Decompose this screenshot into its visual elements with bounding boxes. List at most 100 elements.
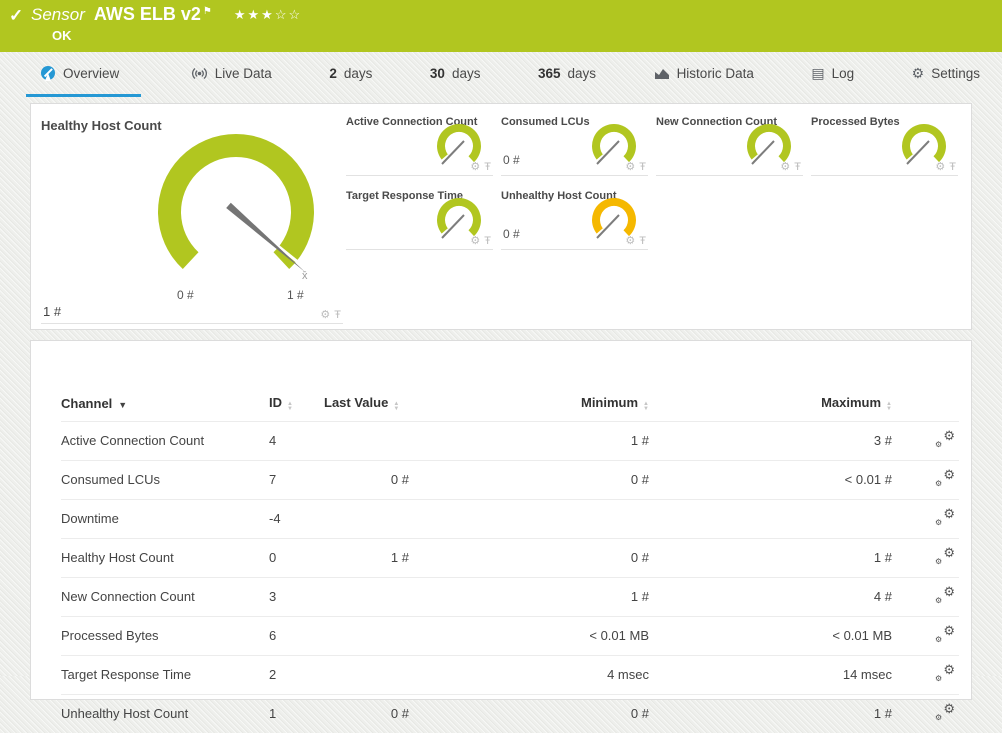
channel-minimum: 1 # — [409, 422, 649, 461]
channel-name: Unhealthy Host Count — [61, 695, 269, 733]
gauge-cell-healthy-host-count[interactable]: Healthy Host Count 0 # 1 # x̄ 1 # ⚙Ŧ — [41, 112, 343, 324]
sensor-status-text: OK — [52, 28, 72, 43]
column-header-maximum[interactable]: Maximum▲▼ — [649, 389, 892, 422]
priority-stars[interactable]: ★★★☆☆ — [234, 7, 302, 23]
log-icon: ▤ — [811, 65, 824, 82]
sensor-name: AWS ELB v2 — [94, 4, 201, 25]
table-row: Active Connection Count 4 1 # 3 # ⚙⚙ — [61, 422, 959, 461]
gauge-cell-processed-bytes[interactable]: Processed Bytes ⚙Ŧ — [811, 114, 958, 176]
gear-icon: ⚙ — [912, 65, 925, 82]
pin-icon[interactable]: Ŧ — [484, 161, 491, 173]
tab-label: Historic Data — [677, 66, 754, 81]
column-header-channel[interactable]: Channel▼ — [61, 389, 269, 422]
tab-overview[interactable]: Overview — [26, 52, 141, 97]
channel-id: 3 — [269, 578, 324, 617]
pin-icon[interactable]: Ŧ — [334, 309, 341, 321]
sort-icon: ▲▼ — [287, 402, 293, 411]
column-header-last-value[interactable]: Last Value▲▼ — [324, 389, 409, 422]
gauge-cell-active-connection-count[interactable]: Active Connection Count ⚙Ŧ — [346, 114, 493, 176]
channel-maximum — [649, 500, 892, 539]
channel-maximum: 4 # — [649, 578, 892, 617]
sort-icon: ▲▼ — [393, 402, 399, 411]
column-header-id[interactable]: ID▲▼ — [269, 389, 324, 422]
gear-icon[interactable]: ⚙ — [780, 161, 790, 173]
gear-icon[interactable]: ⚙ — [625, 161, 635, 173]
live-data-icon — [191, 67, 208, 80]
table-row: Downtime -4 ⚙⚙ — [61, 500, 959, 539]
channel-table: Channel▼ ID▲▼ Last Value▲▼ Minimum▲▼ Max… — [61, 389, 959, 733]
gear-icon[interactable]: ⚙ — [625, 235, 635, 247]
table-row: Processed Bytes 6 < 0.01 MB < 0.01 MB ⚙⚙ — [61, 617, 959, 656]
gauge-scale-min: 0 # — [177, 288, 194, 302]
sort-desc-icon: ▼ — [118, 400, 127, 410]
channel-minimum: 0 # — [409, 461, 649, 500]
channel-id: 1 — [269, 695, 324, 733]
gear-icon[interactable]: ⚙ — [935, 161, 945, 173]
gauge-cell-target-response-time[interactable]: Target Response Time ⚙Ŧ — [346, 188, 493, 250]
tab-number: 30 — [430, 66, 445, 81]
table-row: Unhealthy Host Count 1 0 # 0 # 1 # ⚙⚙ — [61, 695, 959, 733]
pin-icon[interactable]: Ŧ — [639, 161, 646, 173]
gear-icon[interactable]: ⚙ — [470, 161, 480, 173]
gear-icon[interactable]: ⚙ — [320, 309, 330, 321]
channel-maximum: 3 # — [649, 422, 892, 461]
tab-live-data[interactable]: Live Data — [183, 52, 280, 97]
pin-icon[interactable]: Ŧ — [794, 161, 801, 173]
channel-settings-icon[interactable]: ⚙⚙ — [935, 704, 955, 720]
status-check-icon: ✓ — [9, 6, 23, 26]
tab-label: Log — [832, 66, 855, 81]
table-row: New Connection Count 3 1 # 4 # ⚙⚙ — [61, 578, 959, 617]
channel-name: Processed Bytes — [61, 617, 269, 656]
channel-last-value — [324, 422, 409, 461]
tab-log[interactable]: ▤ Log — [803, 52, 862, 97]
pin-icon[interactable]: Ŧ — [484, 235, 491, 247]
table-row: Healthy Host Count 0 1 # 0 # 1 # ⚙⚙ — [61, 539, 959, 578]
tab-365-days[interactable]: 365 days — [530, 52, 604, 97]
channel-minimum: < 0.01 MB — [409, 617, 649, 656]
column-header-actions — [892, 389, 959, 422]
channel-id: 2 — [269, 656, 324, 695]
channel-name: Downtime — [61, 500, 269, 539]
tab-30-days[interactable]: 30 days — [422, 52, 489, 97]
pin-icon[interactable]: Ŧ — [949, 161, 956, 173]
channel-settings-icon[interactable]: ⚙⚙ — [935, 470, 955, 486]
gauge-cell-unhealthy-host-count[interactable]: Unhealthy Host Count 0 # ⚙Ŧ — [501, 188, 648, 250]
table-row: Consumed LCUs 7 0 # 0 # < 0.01 # ⚙⚙ — [61, 461, 959, 500]
gauge-cell-consumed-lcus[interactable]: Consumed LCUs 0 # ⚙Ŧ — [501, 114, 648, 176]
tab-number: 2 — [329, 66, 337, 81]
channel-name: Healthy Host Count — [61, 539, 269, 578]
channel-table-panel: Channel▼ ID▲▼ Last Value▲▼ Minimum▲▼ Max… — [30, 340, 972, 700]
gauge-current-value: 1 # — [43, 304, 61, 319]
gauges-panel: Healthy Host Count 0 # 1 # x̄ 1 # ⚙Ŧ Act… — [30, 103, 972, 330]
area-chart-icon — [654, 66, 670, 80]
channel-name: Target Response Time — [61, 656, 269, 695]
channel-settings-icon[interactable]: ⚙⚙ — [935, 665, 955, 681]
channel-last-value: 0 # — [324, 461, 409, 500]
channel-maximum: 1 # — [649, 695, 892, 733]
channel-minimum: 0 # — [409, 539, 649, 578]
tab-2-days[interactable]: 2 days — [321, 52, 380, 97]
average-marker: x̄ — [302, 270, 308, 282]
gauge-cell-new-connection-count[interactable]: New Connection Count ⚙Ŧ — [656, 114, 803, 176]
channel-settings-icon[interactable]: ⚙⚙ — [935, 548, 955, 564]
gear-icon[interactable]: ⚙ — [470, 235, 480, 247]
channel-settings-icon[interactable]: ⚙⚙ — [935, 431, 955, 447]
sort-icon: ▲▼ — [643, 402, 649, 411]
channel-minimum — [409, 500, 649, 539]
channel-settings-icon[interactable]: ⚙⚙ — [935, 587, 955, 603]
channel-settings-icon[interactable]: ⚙⚙ — [935, 626, 955, 642]
channel-minimum: 0 # — [409, 695, 649, 733]
tab-label: Live Data — [215, 66, 272, 81]
sort-icon: ▲▼ — [886, 402, 892, 411]
tab-historic-data[interactable]: Historic Data — [646, 52, 762, 97]
pin-icon[interactable]: Ŧ — [639, 235, 646, 247]
tab-bar: Overview Live Data 2 days 30 days 365 da… — [0, 52, 1002, 97]
channel-id: 7 — [269, 461, 324, 500]
channel-maximum: 1 # — [649, 539, 892, 578]
channel-last-value — [324, 500, 409, 539]
channel-id: 6 — [269, 617, 324, 656]
channel-settings-icon[interactable]: ⚙⚙ — [935, 509, 955, 525]
tab-settings[interactable]: ⚙ Settings — [904, 52, 988, 97]
column-header-minimum[interactable]: Minimum▲▼ — [409, 389, 649, 422]
channel-maximum: 14 msec — [649, 656, 892, 695]
